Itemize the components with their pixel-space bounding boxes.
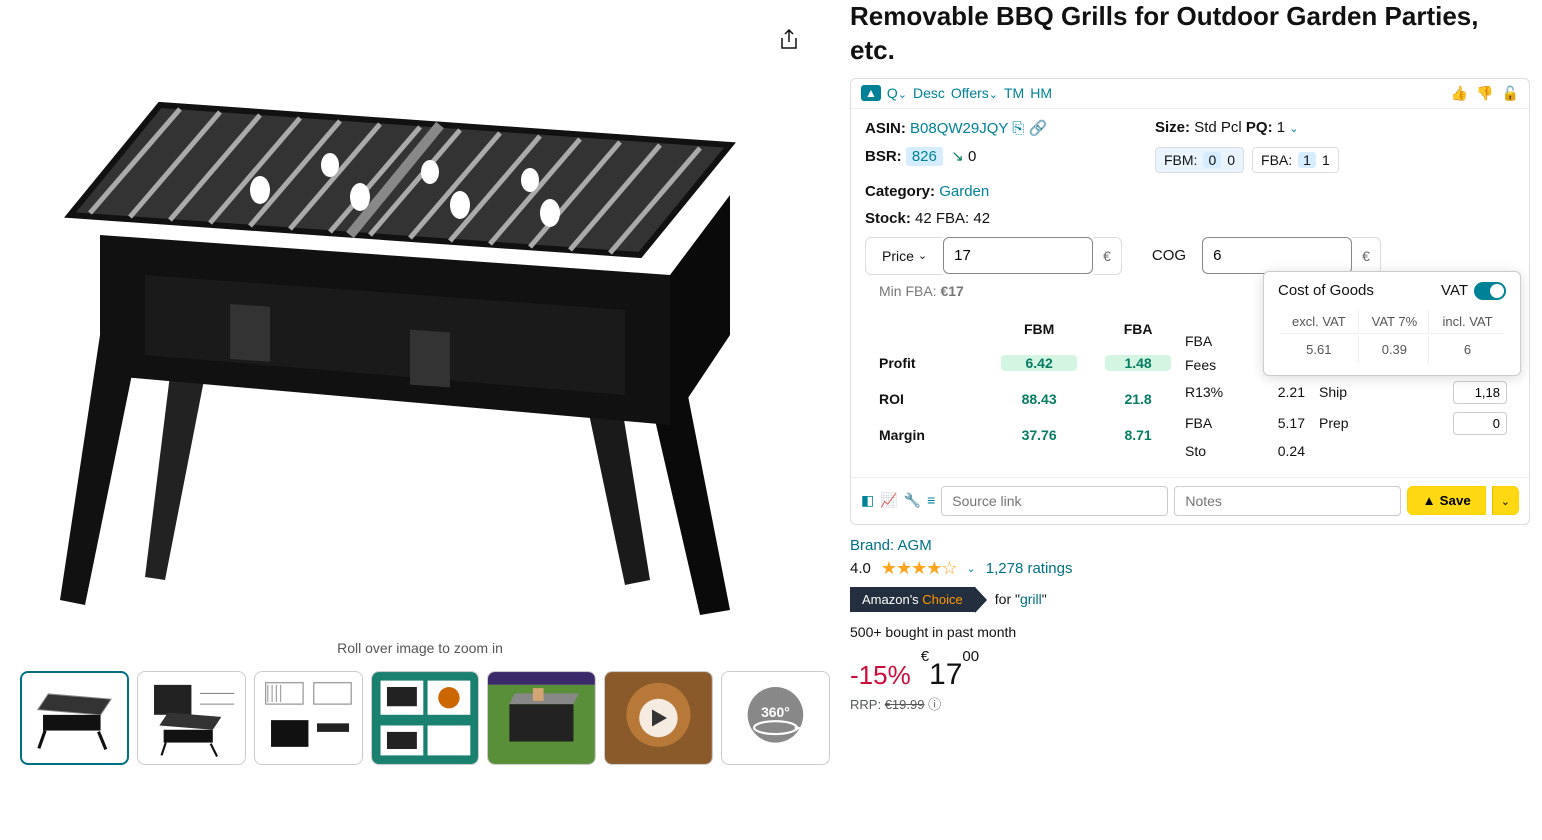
bought-count: 500+ bought in past month (850, 624, 1530, 640)
hm-link[interactable]: HM (1030, 85, 1052, 101)
info-icon[interactable]: ⓘ (928, 697, 941, 712)
panel-icon[interactable]: ◧ (861, 492, 874, 509)
profit-table: FBMFBA Profit 6.42 1.48 ROI 88.43 21.8 (865, 313, 1185, 453)
rating-chevron-icon[interactable]: ⌄ (967, 562, 976, 575)
price-display: -15% €1700 (850, 658, 1530, 692)
fba-box[interactable]: FBA: 1 1 (1252, 147, 1339, 173)
rrp-value: €19.99 (885, 697, 925, 712)
popup-title: Cost of Goods (1278, 282, 1374, 299)
thumbnail-5[interactable] (487, 671, 596, 765)
asin-label: ASIN: (865, 120, 906, 137)
thumbnail-video[interactable]: VIDEO (604, 671, 713, 765)
bsr-label: BSR: (865, 148, 902, 165)
prep-input[interactable] (1453, 412, 1507, 435)
tm-link[interactable]: TM (1004, 85, 1024, 101)
thumbnail-360[interactable]: 360° (721, 671, 830, 765)
choice-keyword[interactable]: grill (1020, 591, 1042, 607)
tool-header: ▲ Q⌄ Desc Offers⌄ TM HM 👍 👎 🔓 (851, 79, 1529, 109)
share-icon[interactable] (778, 28, 800, 55)
product-info-panel: Removable BBQ Grills for Outdoor Garden … (830, 0, 1530, 765)
list-icon[interactable]: ≡ (927, 492, 935, 509)
zoom-hint-text: Roll over image to zoom in (10, 640, 830, 656)
price-input[interactable] (943, 237, 1093, 274)
vat-label: VAT (1441, 282, 1468, 299)
source-link-input[interactable] (941, 486, 1168, 516)
collapse-icon[interactable]: ▲ (861, 85, 881, 101)
size-value: Std Pcl (1194, 119, 1242, 136)
category-label: Category: (865, 183, 935, 200)
link-icon[interactable]: 🔗 (1028, 120, 1047, 137)
save-button[interactable]: ▲ Save (1407, 486, 1485, 515)
star-rating[interactable]: ★★★★☆ (881, 558, 957, 579)
seller-tool-panel: ▲ Q⌄ Desc Offers⌄ TM HM 👍 👎 🔓 ASIN: B08Q… (850, 78, 1530, 525)
pq-label: PQ: (1246, 119, 1273, 136)
amazon-choice-badge[interactable]: Amazon's Choice for "grill" (850, 587, 1047, 612)
asin-value[interactable]: B08QW29JQY (910, 120, 1008, 137)
cog-input[interactable] (1202, 237, 1352, 274)
rrp-label: RRP: (850, 697, 881, 712)
vat-toggle[interactable] (1474, 282, 1506, 300)
min-fba-label: Min FBA: (879, 283, 937, 299)
thumbnail-strip: VIDEO 360° (10, 671, 830, 765)
rating-value: 4.0 (850, 560, 871, 577)
pq-value: 1 (1277, 119, 1285, 136)
ship-input[interactable] (1453, 381, 1507, 404)
main-product-image[interactable] (10, 10, 770, 630)
lock-icon[interactable]: 🔓 (1502, 85, 1519, 102)
thumbnail-3[interactable] (254, 671, 363, 765)
wrench-icon[interactable]: 🔧 (904, 492, 921, 509)
category-value[interactable]: Garden (939, 183, 989, 200)
size-label: Size: (1155, 119, 1190, 136)
stock-label: Stock: (865, 210, 911, 227)
price-currency: € (1093, 237, 1122, 275)
tool-bottom-bar: ◧ 📈 🔧 ≡ ▲ Save ⌄ (851, 477, 1529, 524)
chevron-down-icon[interactable]: ⌄ (1289, 123, 1298, 135)
ratings-count-link[interactable]: 1,278 ratings (986, 560, 1073, 577)
chart-icon[interactable]: 📈 (880, 492, 897, 509)
price-label[interactable]: Price ⌄ (865, 237, 943, 275)
notes-input[interactable] (1174, 486, 1401, 516)
discount-percent: -15% (850, 660, 911, 691)
bsr-delta: 0 (968, 148, 976, 165)
thumbs-down-icon[interactable]: 👎 (1476, 85, 1493, 102)
cog-currency: € (1352, 237, 1381, 275)
trend-down-icon: ↘ (951, 148, 964, 165)
offers-link[interactable]: Offers⌄ (951, 85, 998, 101)
image-panel: Roll over image to zoom in VIDEO 3 (10, 0, 830, 765)
save-dropdown[interactable]: ⌄ (1492, 486, 1519, 515)
fbm-box[interactable]: FBM: 0 0 (1155, 147, 1244, 173)
thumbnail-1[interactable] (20, 671, 129, 765)
thumbnail-2[interactable] (137, 671, 246, 765)
svg-text:360°: 360° (761, 704, 790, 720)
search-icon[interactable]: Q⌄ (887, 85, 907, 101)
cog-label: COG (1136, 237, 1202, 274)
brand-link[interactable]: Brand: AGM (850, 537, 1530, 554)
stock-value: 42 FBA: 42 (915, 210, 990, 227)
thumbnail-4[interactable] (371, 671, 480, 765)
min-fba-value: €17 (940, 283, 963, 299)
product-title: Removable BBQ Grills for Outdoor Garden … (850, 0, 1530, 68)
desc-link[interactable]: Desc (913, 85, 945, 101)
bsr-value[interactable]: 826 (906, 147, 943, 166)
copy-icon[interactable]: ⎘ (1012, 120, 1024, 137)
thumbs-up-icon[interactable]: 👍 (1451, 85, 1468, 102)
cog-popup: Cost of Goods VAT excl. VAT VAT 7% (1263, 271, 1521, 376)
